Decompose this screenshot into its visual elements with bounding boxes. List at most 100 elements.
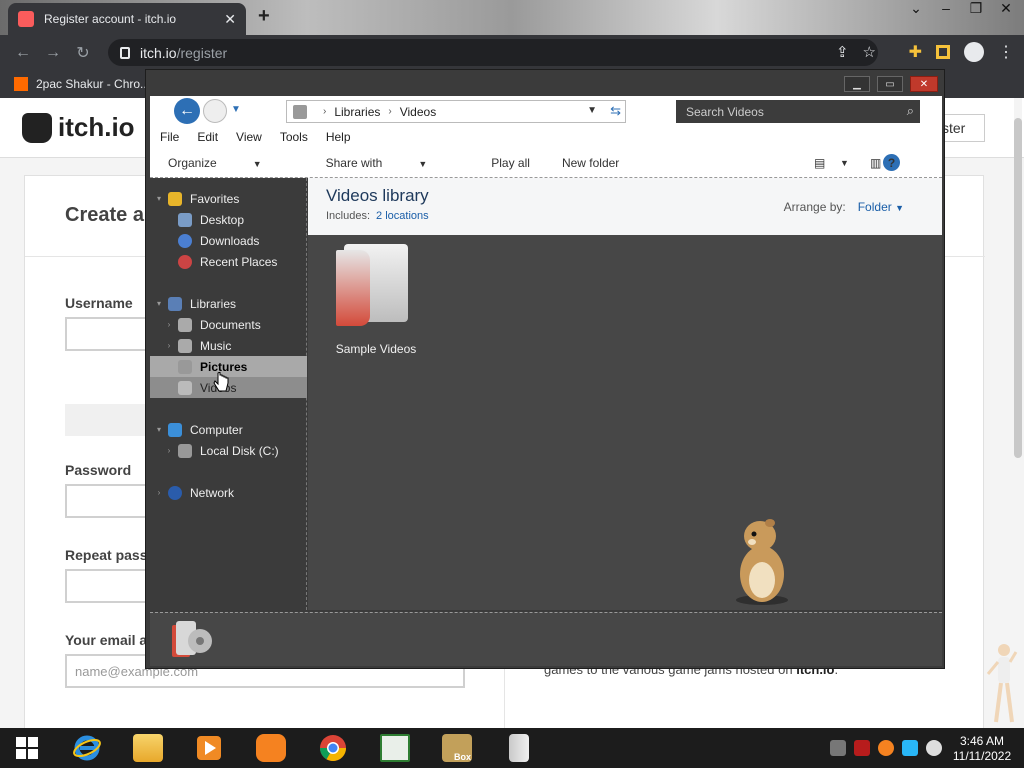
new-tab-button[interactable]: +: [258, 5, 270, 28]
history-dropdown-icon[interactable]: ▼: [231, 104, 241, 115]
search-tray-icon[interactable]: [878, 740, 894, 756]
logo-text: itch.io: [58, 112, 135, 142]
tree-label: Desktop: [200, 212, 245, 227]
back-arrow-icon[interactable]: ←: [174, 98, 200, 124]
taskbar-media-player[interactable]: [186, 730, 232, 766]
itchio-logo[interactable]: itch.io: [22, 112, 135, 143]
tray-app-icon[interactable]: [830, 740, 846, 756]
expand-chevron-icon[interactable]: ›: [160, 341, 178, 350]
dancer-sprite: [986, 644, 1018, 723]
page-scrollbar[interactable]: [1014, 98, 1022, 728]
expand-chevron-icon[interactable]: ›: [150, 488, 168, 497]
breadcrumb-chevron-icon[interactable]: ›: [388, 106, 391, 117]
bookmark-item[interactable]: 2pac Shakur - Chro...: [36, 77, 150, 91]
play-all-button[interactable]: Play all: [491, 156, 530, 170]
explorer-minimize-button[interactable]: ▁: [844, 76, 870, 92]
tree-item-libraries[interactable]: ▾ Libraries: [150, 293, 307, 314]
browser-tab[interactable]: Register account - itch.io ✕: [8, 3, 246, 35]
browser-window-controls: ⌄ – ❐ ✕: [904, 0, 1018, 17]
explorer-menubar: File Edit View Tools Help: [150, 126, 942, 148]
taskbar-clock[interactable]: 3:46 AM 11/11/2022: [944, 734, 1020, 764]
tab-search-icon[interactable]: ⌄: [904, 0, 928, 17]
antivirus-icon[interactable]: [854, 740, 870, 756]
breadcrumb-videos[interactable]: Videos: [400, 105, 436, 119]
expand-chevron-icon[interactable]: ›: [160, 446, 178, 455]
forward-arrow-icon[interactable]: →: [38, 44, 68, 62]
collapse-chevron-icon[interactable]: ▾: [150, 194, 168, 203]
tree-item-computer[interactable]: ▾ Computer: [150, 419, 307, 440]
side-panel-icon[interactable]: [936, 45, 950, 59]
breadcrumb-libraries[interactable]: Libraries: [334, 105, 380, 119]
tree-item-network[interactable]: › Network: [150, 482, 307, 503]
tree-item-local-disk[interactable]: › Local Disk (C:): [150, 440, 307, 461]
tree-item-recent-places[interactable]: Recent Places: [150, 251, 307, 272]
profile-avatar-icon[interactable]: [964, 42, 984, 62]
taskbar-chrome[interactable]: [310, 730, 356, 766]
monitor-icon[interactable]: [902, 740, 918, 756]
expand-chevron-icon[interactable]: ›: [160, 320, 178, 329]
menu-view[interactable]: View: [236, 130, 262, 144]
address-bar[interactable]: itch.io/register: [108, 39, 878, 66]
computer-icon: [168, 422, 182, 437]
new-folder-button[interactable]: New folder: [562, 156, 619, 170]
tree-label: Network: [190, 485, 235, 500]
tree-item-documents[interactable]: › Documents: [150, 314, 307, 335]
change-view-icon[interactable]: ▤: [814, 156, 825, 170]
menu-help[interactable]: Help: [326, 130, 351, 144]
dog-box-icon: Box: [442, 734, 472, 762]
restore-button[interactable]: ❐: [964, 0, 988, 17]
menu-tools[interactable]: Tools: [280, 130, 308, 144]
back-arrow-icon[interactable]: ←: [8, 44, 38, 62]
arrange-by-dropdown[interactable]: Folder ▼: [858, 200, 904, 214]
organize-label: Organize: [168, 155, 217, 170]
chrome-icon: [319, 735, 347, 762]
search-icon[interactable]: ⌕: [907, 103, 914, 119]
folder-item[interactable]: Sample Videos: [328, 240, 424, 360]
extensions-puzzle-icon[interactable]: ✚: [909, 42, 922, 62]
share-icon[interactable]: ⇪: [836, 43, 849, 61]
scrollbar-thumb[interactable]: [1014, 118, 1022, 458]
menu-file[interactable]: File: [160, 130, 179, 144]
taskbar-uc-browser[interactable]: [248, 730, 294, 766]
breadcrumb-chevron-icon[interactable]: ›: [323, 106, 326, 117]
close-window-button[interactable]: ✕: [994, 0, 1018, 17]
preview-pane-icon[interactable]: ▥: [870, 156, 881, 170]
explorer-close-button[interactable]: ✕: [910, 76, 938, 92]
taskbar-video-library[interactable]: [496, 730, 542, 766]
explorer-address-bar[interactable]: › Libraries › Videos ▼ ⇆: [286, 100, 626, 123]
start-button[interactable]: [4, 730, 50, 766]
tree-item-music[interactable]: › Music: [150, 335, 307, 356]
reload-icon[interactable]: ↻: [68, 43, 98, 63]
view-dropdown-icon[interactable]: ▼: [840, 158, 849, 168]
tab-close-icon[interactable]: ✕: [224, 11, 236, 28]
collapse-chevron-icon[interactable]: ▾: [150, 299, 168, 308]
address-dropdown-icon[interactable]: ▼: [587, 105, 597, 116]
taskbar-internet-explorer[interactable]: [64, 730, 110, 766]
documents-icon: [178, 317, 192, 332]
forward-arrow-icon[interactable]: [203, 99, 227, 123]
library-icon: [293, 104, 307, 119]
bookmark-star-icon[interactable]: ☆: [863, 43, 876, 61]
windows-taskbar: Box 3:46 AM 11/11/2022: [0, 728, 1024, 768]
explorer-search-field[interactable]: Search Videos ⌕: [676, 100, 920, 123]
taskbar-box-game[interactable]: Box: [434, 730, 480, 766]
refresh-icon[interactable]: ⇆: [610, 103, 621, 119]
collapse-chevron-icon[interactable]: ▾: [150, 425, 168, 434]
library-title: Videos library: [326, 186, 429, 205]
tree-item-favorites[interactable]: ▾ Favorites: [150, 188, 307, 209]
taskbar-document-app[interactable]: [372, 730, 418, 766]
share-with-button[interactable]: Share with ▼: [326, 156, 460, 170]
explorer-titlebar[interactable]: ▁ ▭ ✕: [146, 70, 944, 96]
tree-item-desktop[interactable]: Desktop: [150, 209, 307, 230]
network-icon: [168, 485, 182, 500]
minimize-button[interactable]: –: [934, 0, 958, 17]
taskbar-file-explorer[interactable]: [125, 730, 171, 766]
tree-item-downloads[interactable]: Downloads: [150, 230, 307, 251]
volume-icon[interactable]: [926, 740, 942, 756]
explorer-maximize-button[interactable]: ▭: [877, 76, 903, 92]
organize-button[interactable]: Organize ▼: [168, 156, 294, 170]
help-icon[interactable]: ?: [883, 154, 900, 171]
menu-edit[interactable]: Edit: [197, 130, 218, 144]
menu-dots-icon[interactable]: ⋮: [998, 42, 1014, 62]
locations-link[interactable]: 2 locations: [376, 210, 429, 222]
